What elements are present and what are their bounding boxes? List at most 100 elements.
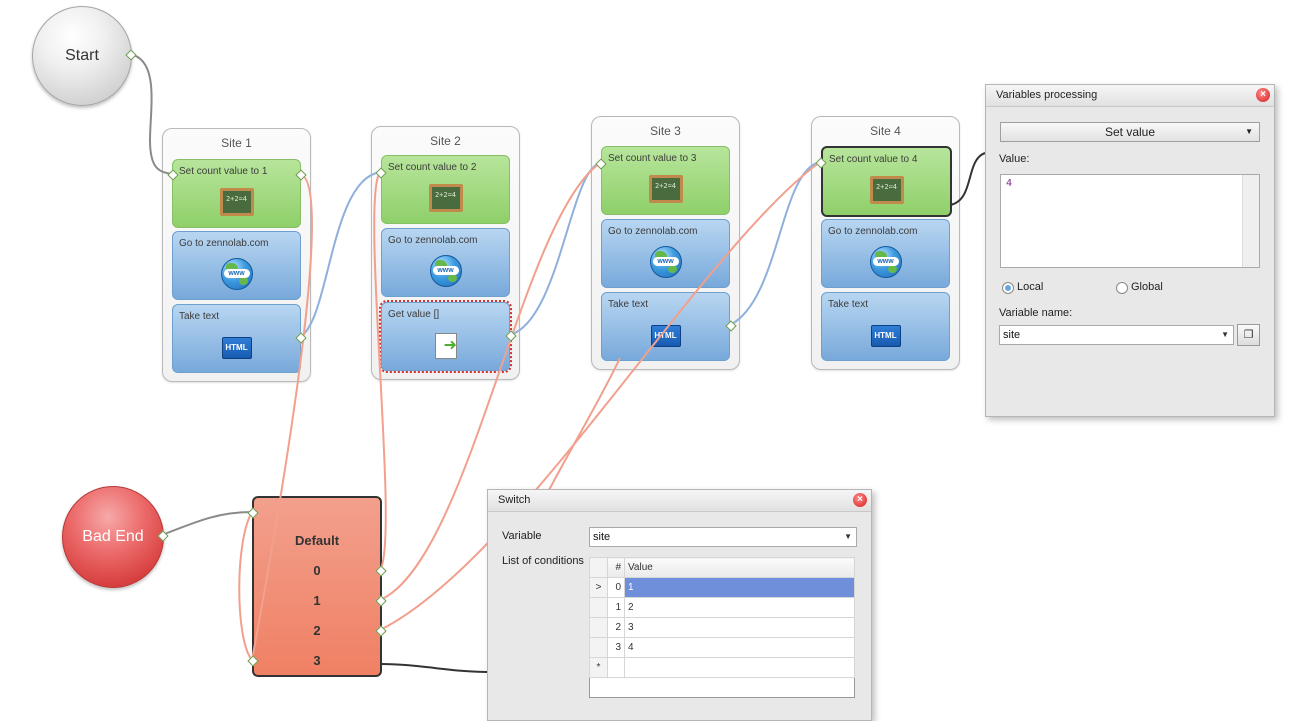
- row-header: [589, 597, 608, 618]
- group-title: Site 4: [870, 124, 901, 138]
- column-header-value[interactable]: Value: [624, 557, 855, 578]
- variable-name-combo[interactable]: site ▼: [999, 325, 1234, 345]
- value-text: 4: [1006, 178, 1013, 189]
- action-take-text-4[interactable]: Take text HTML: [821, 292, 950, 361]
- globe-www-icon: www: [869, 246, 902, 278]
- new-row-marker: *: [589, 657, 608, 678]
- start-label: Start: [65, 47, 99, 64]
- variable-name-value: site: [1003, 329, 1021, 341]
- close-icon[interactable]: ×: [1256, 88, 1270, 102]
- globe-www-icon: www: [649, 246, 682, 278]
- switch-case-2: 2: [313, 623, 321, 638]
- value-textarea[interactable]: 4: [1000, 174, 1260, 268]
- global-label: Global: [1131, 281, 1163, 293]
- variables-processing-panel: Variables processing × Set value ▼ Value…: [985, 84, 1275, 417]
- chalkboard-icon: 2+2=4: [648, 175, 683, 203]
- switch-case-0: 0: [313, 563, 321, 578]
- variable-combo[interactable]: site ▼: [589, 527, 857, 547]
- group-title: Site 1: [221, 136, 252, 150]
- group-title: Site 2: [430, 134, 461, 148]
- chevron-down-icon: ▼: [1245, 127, 1253, 136]
- panel-title: Switch: [498, 494, 531, 506]
- wire-badend-to-switch: [161, 511, 253, 536]
- table-row[interactable]: 3 4: [589, 637, 855, 658]
- panel-title: Variables processing: [996, 89, 1098, 101]
- globe-www-icon: www: [429, 255, 462, 287]
- action-goto-zennolab-1[interactable]: Go to zennolab.com www: [172, 231, 301, 300]
- wire-site3-fail: [547, 357, 621, 493]
- action-label: Go to zennolab.com: [828, 226, 918, 237]
- wire-site1-to-site2: [299, 171, 381, 338]
- action-set-count-3[interactable]: Set count value to 3 2+2=4: [601, 146, 730, 215]
- action-take-text-3[interactable]: Take text HTML: [601, 292, 730, 361]
- table-empty-row: [589, 677, 855, 698]
- new-row[interactable]: *: [589, 657, 855, 678]
- column-header-index[interactable]: #: [607, 557, 625, 578]
- action-label: Take text: [608, 299, 649, 310]
- group-site-1[interactable]: Site 1 Set count value to 1 2+2=4 Go to …: [162, 128, 311, 382]
- variable-name-label: Variable name:: [999, 307, 1073, 319]
- action-label: Set count value to 4: [829, 154, 918, 165]
- chalkboard-icon: 2+2=4: [869, 176, 904, 204]
- new-row-value[interactable]: [624, 657, 855, 678]
- table-row[interactable]: 2 3: [589, 617, 855, 638]
- group-title: Site 3: [650, 124, 681, 138]
- copy-icon[interactable]: ❐: [1237, 324, 1260, 346]
- switch-panel: Switch × Variable site ▼ List of conditi…: [487, 489, 872, 721]
- switch-case-3: 3: [313, 653, 321, 668]
- row-value[interactable]: 1: [624, 577, 855, 598]
- row-value[interactable]: 2: [624, 597, 855, 618]
- row-index: 2: [607, 617, 625, 638]
- group-site-4[interactable]: Site 4 Set count value to 4 2+2=4 Go to …: [811, 116, 960, 370]
- panel-header[interactable]: Variables processing ×: [986, 85, 1274, 107]
- wire-site3-to-site4: [729, 161, 821, 326]
- row-index: 1: [607, 597, 625, 618]
- action-goto-zennolab-2[interactable]: Go to zennolab.com www: [381, 228, 510, 297]
- action-type-select[interactable]: Set value ▼: [1000, 122, 1260, 142]
- group-site-3[interactable]: Site 3 Set count value to 3 2+2=4 Go to …: [591, 116, 740, 370]
- textarea-scrollbar[interactable]: [1242, 175, 1259, 267]
- action-goto-zennolab-3[interactable]: Go to zennolab.com www: [601, 219, 730, 288]
- row-header-corner: [589, 557, 608, 578]
- action-label: Take text: [828, 299, 869, 310]
- value-label: Value:: [999, 153, 1030, 165]
- local-radio[interactable]: [1002, 282, 1014, 294]
- row-value[interactable]: 4: [624, 637, 855, 658]
- action-set-count-4[interactable]: Set count value to 4 2+2=4: [821, 146, 952, 217]
- wire-site2-to-site3: [509, 162, 601, 336]
- panel-header[interactable]: Switch ×: [488, 490, 871, 512]
- switch-default-label: Default: [294, 533, 340, 548]
- action-get-value[interactable]: Get value [] ➜: [379, 300, 512, 373]
- action-label: Set count value to 2: [388, 162, 477, 173]
- action-goto-zennolab-4[interactable]: Go to zennolab.com www: [821, 219, 950, 288]
- switch-block[interactable]: Default 0 1 2 3: [252, 496, 382, 677]
- globe-www-icon: www: [220, 258, 253, 290]
- action-take-text-1[interactable]: Take text HTML: [172, 304, 301, 373]
- row-index: 0: [607, 577, 625, 598]
- action-label: Set count value to 3: [608, 153, 697, 164]
- conditions-table[interactable]: # Value > 0 1 1 2 2 3 3 4 *: [589, 557, 855, 698]
- action-label: Go to zennolab.com: [179, 238, 269, 249]
- global-radio[interactable]: [1116, 282, 1128, 294]
- close-icon[interactable]: ×: [853, 493, 867, 507]
- group-site-2[interactable]: Site 2 Set count value to 2 2+2=4 Go to …: [371, 126, 520, 380]
- new-row-index: [607, 657, 625, 678]
- table-row[interactable]: 1 2: [589, 597, 855, 618]
- html-icon: HTML: [221, 337, 252, 359]
- table-header-row: # Value: [589, 557, 855, 578]
- chevron-down-icon[interactable]: ▼: [844, 528, 852, 546]
- html-icon: HTML: [650, 325, 681, 347]
- start-node[interactable]: Start: [32, 6, 132, 106]
- action-set-count-2[interactable]: Set count value to 2 2+2=4: [381, 155, 510, 224]
- action-label: Set count value to 1: [179, 166, 268, 177]
- action-label: Go to zennolab.com: [608, 226, 698, 237]
- table-row[interactable]: > 0 1: [589, 577, 855, 598]
- action-set-count-1[interactable]: Set count value to 1 2+2=4: [172, 159, 301, 228]
- conditions-label: List of conditions: [502, 555, 584, 567]
- chevron-down-icon[interactable]: ▼: [1221, 326, 1229, 344]
- bad-end-node[interactable]: Bad End: [62, 486, 164, 588]
- row-value[interactable]: 3: [624, 617, 855, 638]
- row-index: 3: [607, 637, 625, 658]
- chalkboard-icon: 2+2=4: [428, 184, 463, 212]
- variable-label: Variable: [502, 530, 542, 542]
